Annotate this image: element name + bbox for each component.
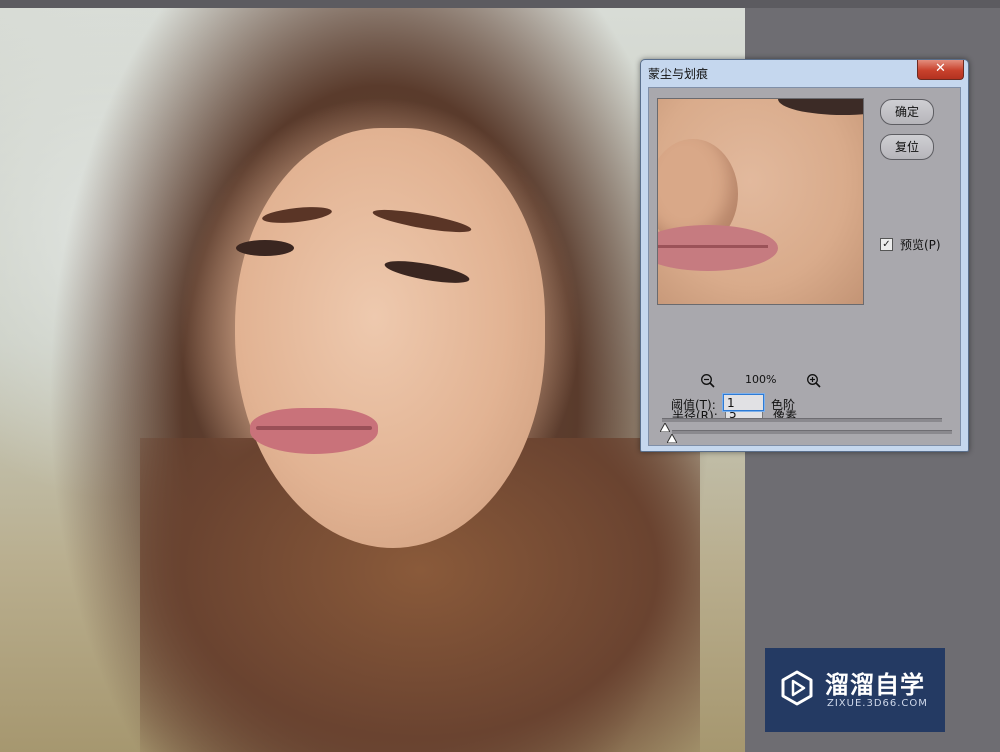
dialog-title: 蒙尘与划痕 — [648, 67, 709, 81]
threshold-label: 阈值(T): — [671, 398, 716, 412]
dust-scratches-dialog: 蒙尘与划痕 ✕ 确定 复位 ✓ 预览(P) 100% 半径(R): 5 像素 — [640, 59, 969, 452]
preview-label: 预览(P) — [900, 238, 941, 252]
watermark-title: 溜溜自学 — [825, 671, 925, 699]
preview-lips — [658, 225, 778, 271]
watermark-badge: 溜溜自学 ZIXUE.3D66.COM — [765, 648, 945, 732]
dialog-body: 确定 复位 ✓ 预览(P) 100% 半径(R): 5 像素 — [648, 87, 961, 446]
zoom-in-icon[interactable] — [806, 373, 822, 389]
play-logo-icon — [781, 670, 813, 706]
zoom-out-icon[interactable] — [700, 373, 716, 389]
threshold-slider-track[interactable] — [662, 418, 942, 422]
photo-face — [235, 128, 545, 548]
dialog-titlebar[interactable]: 蒙尘与划痕 ✕ — [641, 60, 968, 87]
filter-preview[interactable] — [657, 98, 864, 305]
photo-lips — [250, 408, 378, 454]
radius-slider-track[interactable] — [672, 430, 952, 434]
threshold-unit: 色阶 — [771, 398, 796, 412]
zoom-level: 100% — [745, 373, 777, 386]
photo-eye-left — [236, 240, 294, 256]
preview-checkbox[interactable]: ✓ — [880, 238, 893, 251]
reset-button[interactable]: 复位 — [880, 134, 934, 160]
close-button[interactable]: ✕ — [917, 60, 964, 80]
document-canvas[interactable] — [0, 8, 745, 752]
close-icon: ✕ — [935, 61, 946, 76]
checkmark-icon: ✓ — [882, 239, 891, 250]
threshold-input[interactable]: 1 — [723, 394, 764, 411]
watermark-url: ZIXUE.3D66.COM — [827, 698, 928, 709]
preview-eye — [778, 99, 863, 115]
ok-button[interactable]: 确定 — [880, 99, 934, 125]
app-top-strip — [0, 0, 1000, 8]
